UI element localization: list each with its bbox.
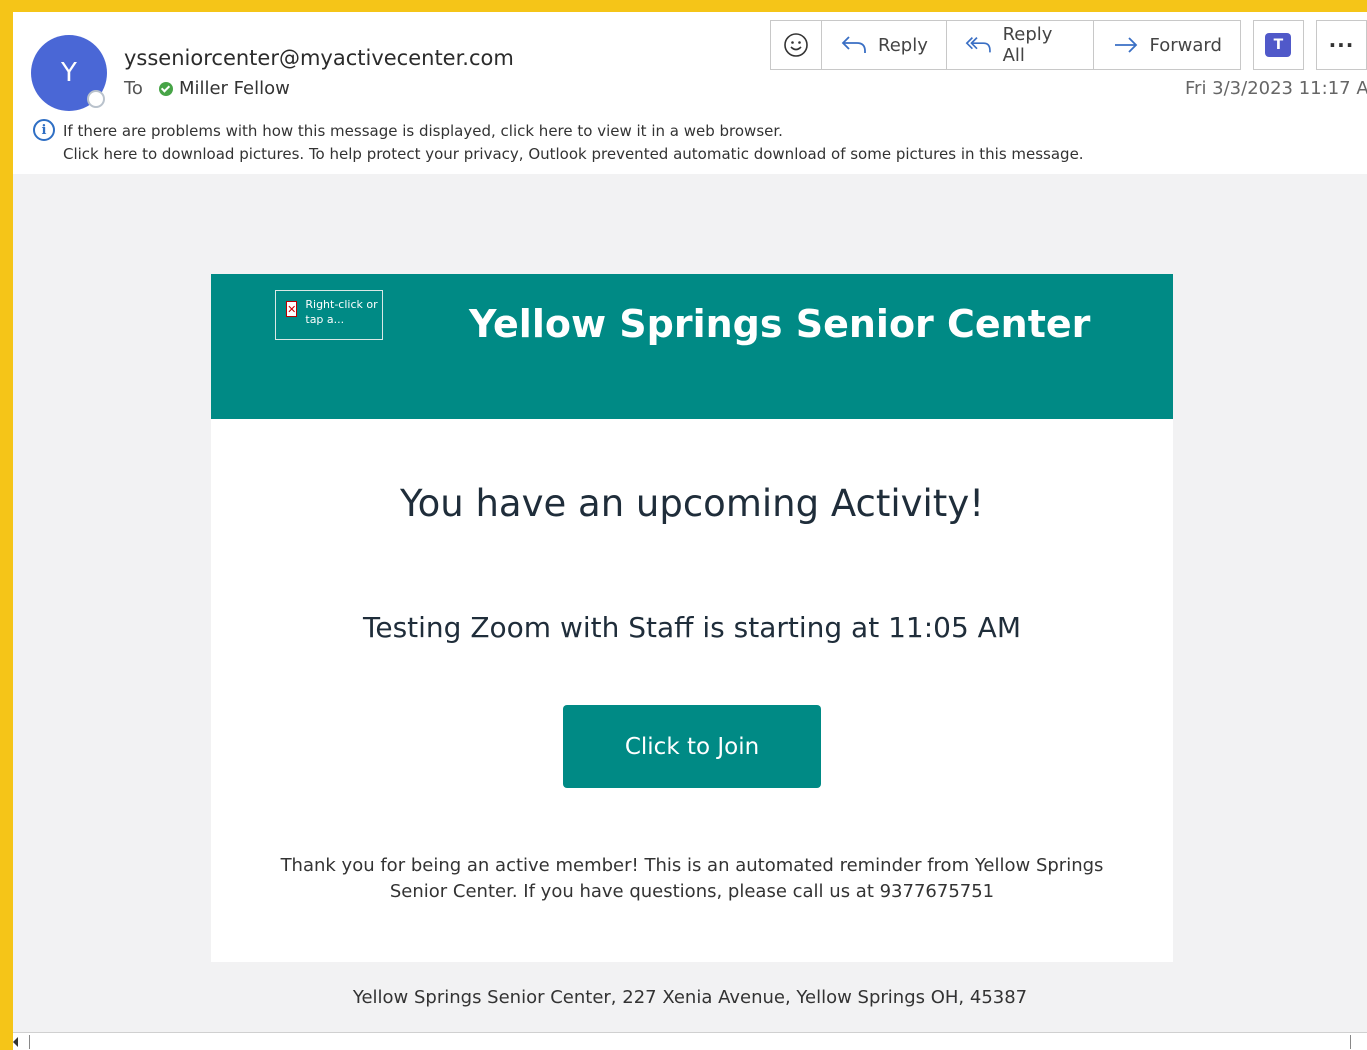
message-toolbar: Reply Reply All Forward T ··· [770, 20, 1367, 70]
react-button[interactable] [771, 21, 822, 69]
message-header: Y ysseniorcenter@myactivecenter.com To M… [13, 12, 1367, 174]
action-button-group: Reply Reply All Forward [770, 20, 1241, 70]
image-alt-text: Right-click or tap a... [305, 298, 378, 326]
reply-all-label: Reply All [1002, 24, 1053, 66]
address-footer: Yellow Springs Senior Center, 227 Xenia … [352, 987, 1028, 1008]
headline: You have an upcoming Activity! [399, 482, 985, 525]
available-status-icon [158, 81, 173, 96]
forward-button[interactable]: Forward [1094, 21, 1240, 69]
activity-text: Testing Zoom with Staff is starting at 1… [363, 611, 1021, 644]
reply-all-button[interactable]: Reply All [947, 21, 1094, 69]
email-banner: ✕ Right-click or tap a... Yellow Springs… [211, 274, 1173, 419]
recipient-name[interactable]: Miller Fellow [179, 78, 290, 99]
download-pictures-notice[interactable]: Click here to download pictures. To help… [63, 145, 1084, 163]
forward-label: Forward [1149, 34, 1222, 56]
reply-all-icon [965, 37, 991, 53]
join-button[interactable]: Click to Join [563, 705, 821, 788]
teams-icon: T [1265, 33, 1292, 57]
reply-label: Reply [878, 34, 928, 56]
more-options-icon: ··· [1328, 33, 1355, 57]
scroll-left-icon[interactable] [13, 1037, 18, 1047]
broken-image-icon: ✕ [286, 301, 298, 317]
smiley-icon [784, 33, 808, 57]
sent-date: Fri 3/3/2023 11:17 AM [1185, 78, 1367, 99]
recipient-row: To Miller Fellow [124, 78, 290, 99]
broken-logo-image[interactable]: ✕ Right-click or tap a... [275, 290, 383, 340]
join-button-label: Click to Join [624, 733, 760, 760]
avatar-initial: Y [61, 58, 77, 88]
teams-button[interactable]: T [1252, 20, 1304, 70]
sender-address[interactable]: ysseniorcenter@myactivecenter.com [124, 46, 514, 70]
email-content: You have an upcoming Activity! Testing Z… [211, 419, 1173, 962]
horizontal-scrollbar[interactable] [13, 1032, 1367, 1050]
email-window: Y ysseniorcenter@myactivecenter.com To M… [13, 12, 1367, 1050]
thank-you-text: Thank you for being an active member! Th… [280, 855, 1104, 902]
reply-button[interactable]: Reply [822, 21, 947, 69]
view-in-browser-notice[interactable]: If there are problems with how this mess… [63, 122, 783, 140]
more-actions-button[interactable]: ··· [1315, 20, 1367, 70]
reply-icon [841, 36, 866, 53]
to-label: To [124, 78, 143, 99]
brand-title: Yellow Springs Senior Center [469, 302, 1091, 346]
presence-status-icon [87, 90, 105, 108]
info-icon: i [33, 119, 55, 141]
forward-arrow-icon [1114, 37, 1137, 53]
scrollbar-thumb[interactable] [29, 1035, 1351, 1049]
